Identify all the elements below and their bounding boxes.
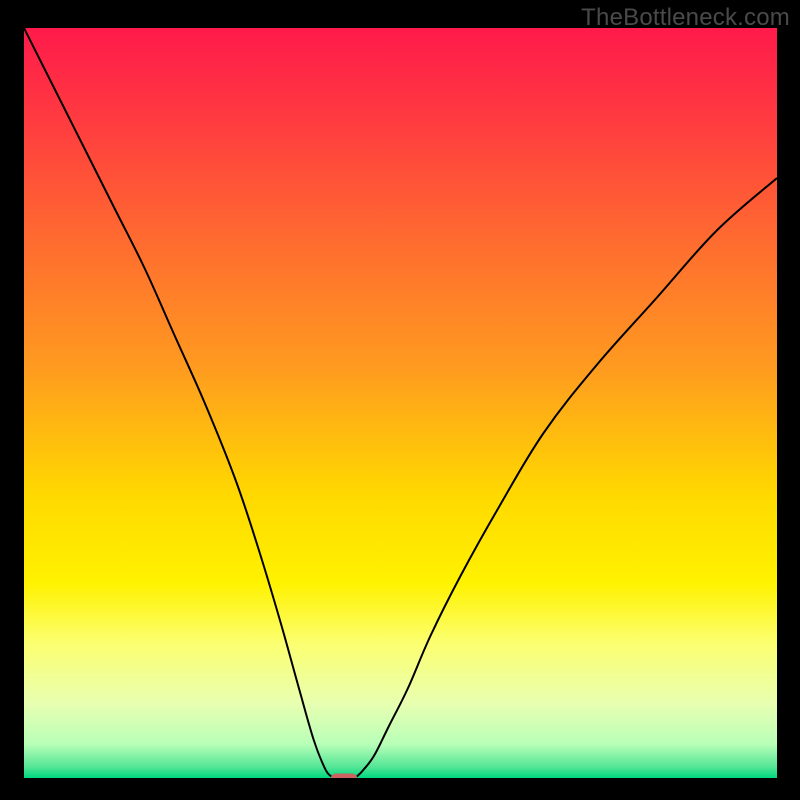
gradient-background: [24, 28, 777, 778]
plot-area: [24, 28, 777, 778]
watermark-text: TheBottleneck.com: [581, 4, 790, 32]
bottleneck-chart: [24, 28, 777, 778]
chart-frame: TheBottleneck.com: [0, 0, 800, 800]
bottleneck-marker: [331, 774, 357, 779]
